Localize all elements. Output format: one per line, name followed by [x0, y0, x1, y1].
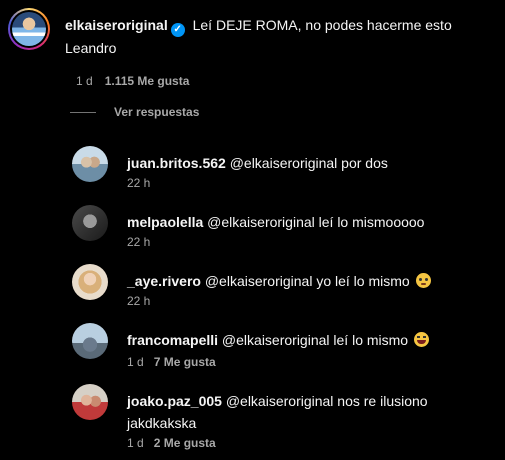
likes-count[interactable]: 7 Me gusta — [154, 355, 216, 369]
reply-text: @elkaiseroriginal yo leí lo mismo — [204, 273, 410, 289]
username-link[interactable]: elkaiseroriginal — [65, 17, 168, 33]
avatar[interactable] — [72, 384, 108, 420]
laughing-face-icon — [413, 332, 429, 347]
username-link[interactable]: melpaolella — [127, 214, 203, 230]
reply-time[interactable]: 22 h — [127, 294, 150, 308]
reply-time[interactable]: 1 d — [127, 436, 144, 450]
reply-time[interactable]: 1 d — [127, 355, 144, 369]
view-replies-label: Ver respuestas — [114, 105, 200, 119]
reply-body: juan.britos.562 @elkaiseroriginal por do… — [127, 152, 487, 174]
reply-text: @elkaiseroriginal por dos — [229, 155, 388, 171]
reply-body: melpaolella @elkaiseroriginal leí lo mis… — [127, 211, 487, 233]
reply-text: @elkaiseroriginal leí lo mismooooo — [207, 214, 425, 230]
comment-meta: 1 d 1.115 Me gusta — [76, 74, 189, 88]
reply-body: _aye.rivero @elkaiseroriginal yo leí lo … — [127, 270, 487, 292]
reply-time[interactable]: 22 h — [127, 176, 150, 190]
reply-meta: 22 h — [127, 294, 150, 308]
verified-badge-icon: ✓ — [170, 23, 185, 37]
username-link[interactable]: francomapelli — [127, 332, 218, 348]
reply-body: francomapelli @elkaiseroriginal leí lo m… — [127, 329, 487, 351]
flushed-face-icon — [415, 273, 431, 288]
username-link[interactable]: _aye.rivero — [127, 273, 201, 289]
avatar[interactable] — [72, 146, 108, 182]
avatar[interactable] — [72, 264, 108, 300]
reply-body: joako.paz_005 @elkaiseroriginal nos re i… — [127, 390, 487, 434]
avatar[interactable] — [72, 323, 108, 359]
divider-line — [70, 112, 96, 114]
username-link[interactable]: juan.britos.562 — [127, 155, 226, 171]
avatar[interactable] — [8, 8, 50, 50]
likes-count[interactable]: 2 Me gusta — [154, 436, 216, 450]
comment-body: elkaiseroriginal ✓ Leí DEJE ROMA, no pode… — [65, 14, 485, 59]
reply-meta: 22 h — [127, 176, 150, 190]
reply-time[interactable]: 22 h — [127, 235, 150, 249]
reply-meta: 1 d 7 Me gusta — [127, 355, 216, 369]
reply-text: @elkaiseroriginal leí lo mismo — [221, 332, 409, 348]
avatar[interactable] — [72, 205, 108, 241]
reply-meta: 1 d 2 Me gusta — [127, 436, 216, 450]
username-link[interactable]: joako.paz_005 — [127, 393, 222, 409]
reply-meta: 22 h — [127, 235, 150, 249]
comment-time[interactable]: 1 d — [76, 74, 93, 88]
view-replies-button[interactable]: Ver respuestas — [70, 105, 199, 119]
likes-count[interactable]: 1.115 Me gusta — [105, 74, 190, 88]
